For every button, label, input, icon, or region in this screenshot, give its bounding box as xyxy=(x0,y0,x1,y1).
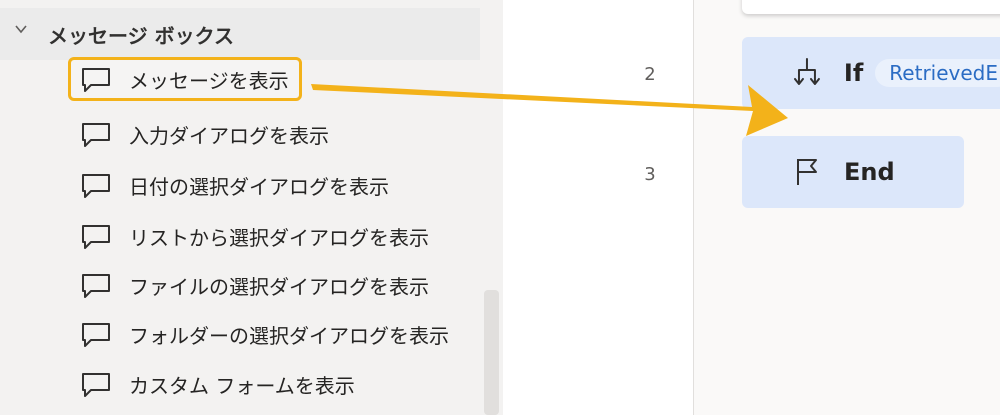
line-number: 2 xyxy=(644,64,656,85)
step-end[interactable]: End xyxy=(742,136,964,208)
action-item-label: 入力ダイアログを表示 xyxy=(129,123,329,148)
action-item-custom-form[interactable]: カスタム フォームを表示 xyxy=(68,362,355,406)
action-item-input-dialog[interactable]: 入力ダイアログを表示 xyxy=(68,112,329,156)
action-item-label: リストから選択ダイアログを表示 xyxy=(129,225,429,250)
action-item-label: フォルダーの選択ダイアログを表示 xyxy=(129,323,449,348)
message-box-icon xyxy=(82,68,110,92)
chevron-down-icon xyxy=(15,25,27,34)
action-item-list-dialog[interactable]: リストから選択ダイアログを表示 xyxy=(68,214,429,258)
step-keyword: If xyxy=(843,59,864,87)
action-item-date-dialog[interactable]: 日付の選択ダイアログを表示 xyxy=(68,163,389,207)
action-item-label: メッセージを表示 xyxy=(129,68,289,93)
message-box-icon xyxy=(82,174,110,198)
step-keyword: End xyxy=(844,158,895,186)
step-if[interactable]: If RetrievedE xyxy=(742,37,1000,109)
group-header-message-boxes[interactable]: メッセージ ボックス xyxy=(0,8,480,60)
if-branch-icon xyxy=(793,58,820,85)
action-item-label: 日付の選択ダイアログを表示 xyxy=(129,174,389,199)
variable-chip[interactable]: RetrievedE xyxy=(875,59,1000,87)
action-item-label: ファイルの選択ダイアログを表示 xyxy=(129,274,429,299)
message-box-icon xyxy=(82,225,110,249)
action-item-file-dialog[interactable]: ファイルの選択ダイアログを表示 xyxy=(68,263,429,307)
actions-panel: メッセージ ボックス メッセージを表示 入力ダイアログを表示 日付の選択ダイアロ… xyxy=(0,0,503,415)
message-box-icon xyxy=(82,373,110,397)
message-box-icon xyxy=(82,323,110,347)
line-number: 3 xyxy=(644,164,656,185)
line-number-gutter xyxy=(503,0,693,415)
scrollbar-thumb[interactable] xyxy=(484,290,499,415)
action-item-label: カスタム フォームを表示 xyxy=(129,373,355,398)
message-box-icon xyxy=(82,123,110,147)
action-item-display-message[interactable]: メッセージを表示 xyxy=(68,57,302,101)
action-item-folder-dialog[interactable]: フォルダーの選択ダイアログを表示 xyxy=(68,312,449,356)
previous-step-card[interactable] xyxy=(742,0,1000,14)
group-title: メッセージ ボックス xyxy=(48,24,234,48)
message-box-icon xyxy=(82,274,110,298)
end-flag-icon xyxy=(797,159,817,185)
